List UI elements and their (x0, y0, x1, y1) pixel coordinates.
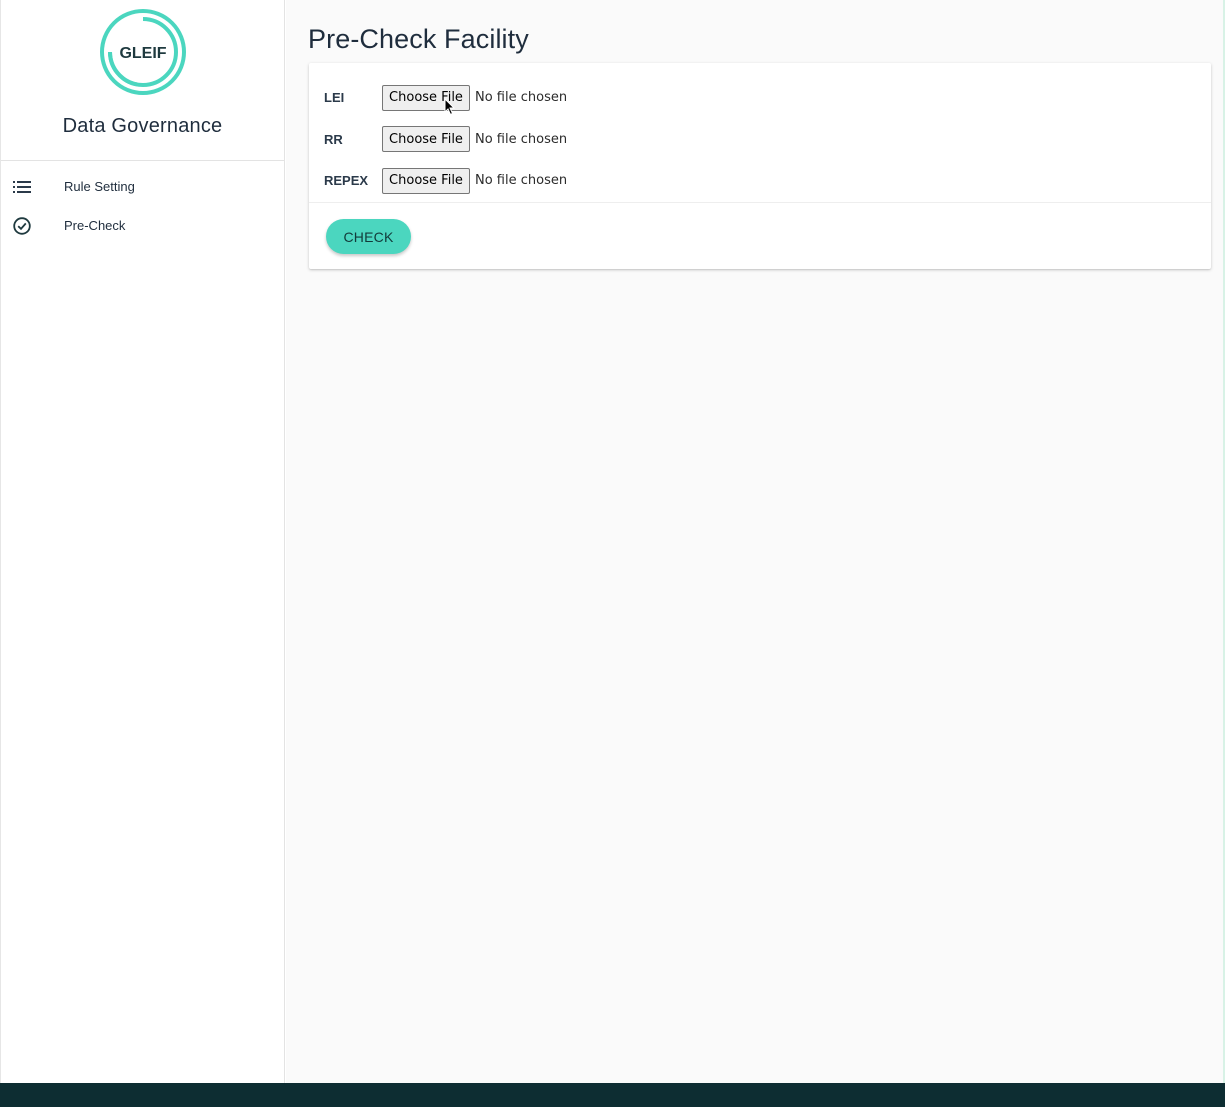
sidebar-item-rule-setting[interactable]: Rule Setting (1, 167, 284, 206)
file-status: No file chosen (475, 173, 568, 189)
file-label: RR (324, 131, 343, 147)
brand-header: GLEIF Data Governance (1, 0, 284, 161)
file-row-repex: REPEX Choose File No file chosen (309, 160, 1211, 202)
file-status: No file chosen (475, 131, 568, 147)
main-content: Pre-Check Facility LEI Choose File No fi… (286, 0, 1223, 1083)
mouse-cursor-icon (444, 97, 456, 116)
file-label: LEI (324, 90, 345, 106)
gleif-logo: GLEIF (99, 8, 187, 96)
sidebar: GLEIF Data Governance Rule Setting Pre-C… (1, 0, 285, 1083)
choose-file-label: Choose File (389, 173, 463, 189)
choose-file-button-rr[interactable]: Choose File (382, 126, 470, 153)
sidebar-item-label: Pre-Check (64, 218, 126, 233)
choose-file-label: Choose File (389, 131, 463, 147)
file-row-lei: LEI Choose File No file chosen (309, 77, 1211, 119)
card-actions: CHECK (309, 203, 1211, 254)
choose-file-button-repex[interactable]: Choose File (382, 167, 470, 194)
gleif-logo-icon: GLEIF (99, 9, 186, 95)
file-row-rr: RR Choose File No file chosen (309, 119, 1211, 161)
sidebar-item-label: Rule Setting (64, 179, 135, 194)
file-input-list: LEI Choose File No file chosen RR Choose… (309, 63, 1211, 203)
file-status: No file chosen (475, 90, 568, 106)
file-label: REPEX (324, 173, 369, 189)
brand-title: Data Governance (62, 115, 223, 137)
list-icon (12, 177, 32, 197)
check-circle-icon (12, 216, 32, 236)
page-title: Pre-Check Facility (308, 24, 529, 54)
logo-text: GLEIF (119, 45, 166, 62)
choose-file-button-lei[interactable]: Choose File (382, 84, 470, 115)
sidebar-nav: Rule Setting Pre-Check (1, 161, 284, 245)
sidebar-item-pre-check[interactable]: Pre-Check (1, 206, 284, 245)
upload-card: LEI Choose File No file chosen RR Choose… (309, 63, 1211, 269)
footer-bar (0, 1083, 1225, 1107)
check-button[interactable]: CHECK (326, 219, 411, 254)
